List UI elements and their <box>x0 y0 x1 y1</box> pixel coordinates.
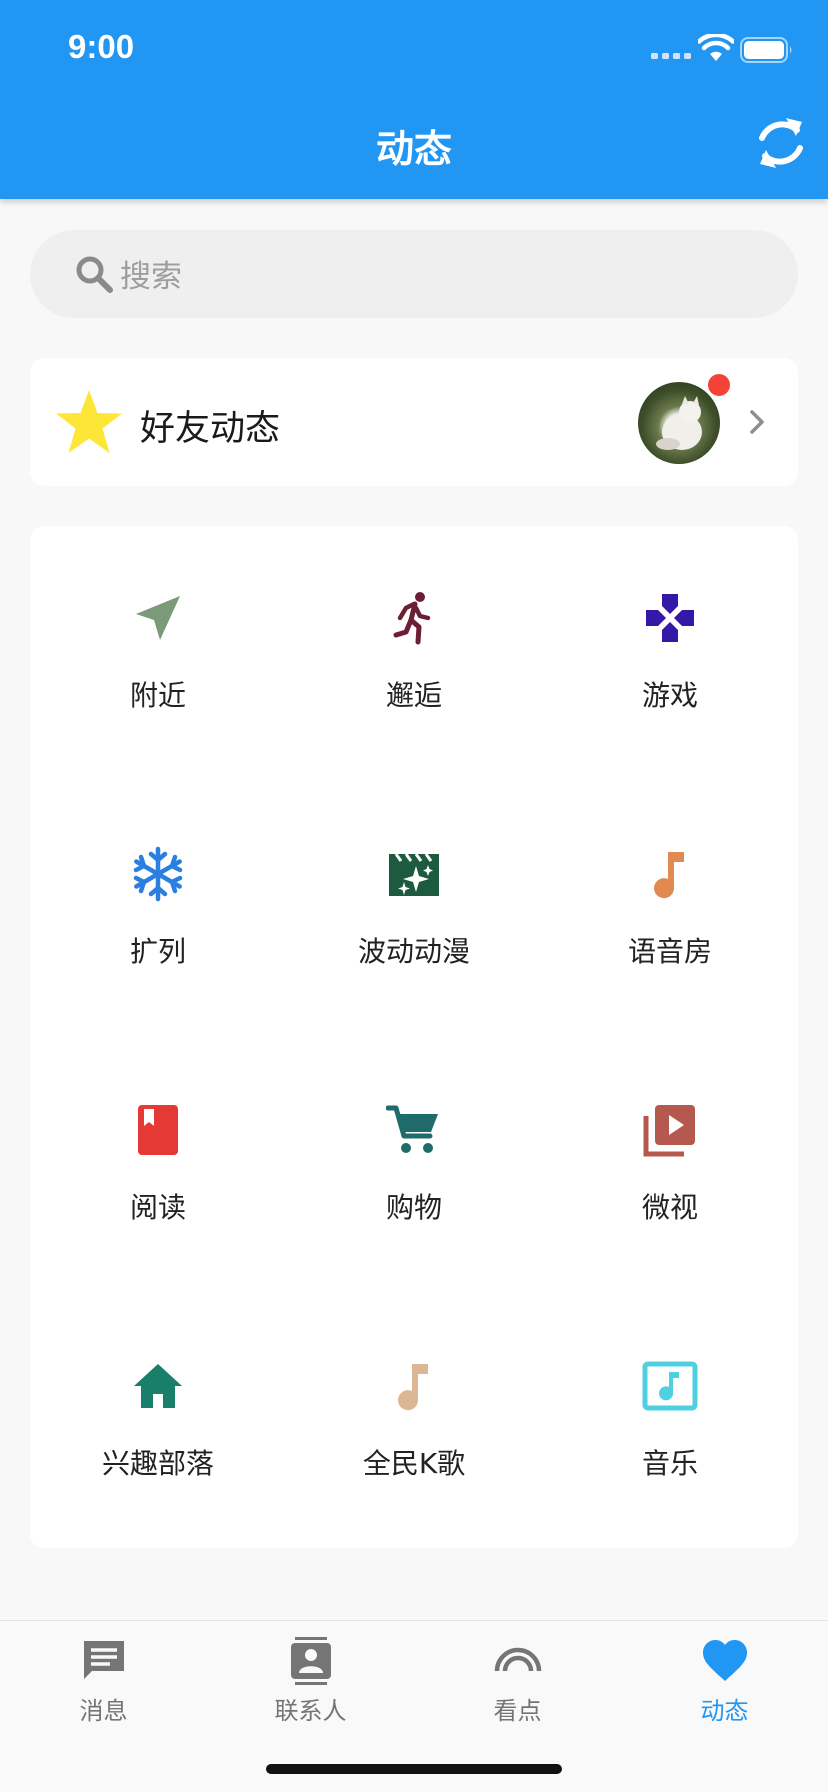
grid-item-micro-video[interactable]: 微视 <box>542 1038 798 1294</box>
gamepad-icon <box>646 594 694 642</box>
grid-item-label: 阅读 <box>129 1191 186 1224</box>
music-note-icon <box>398 1364 428 1411</box>
avatar <box>638 382 720 464</box>
app-bar: 9:00 动态 <box>0 0 828 199</box>
grid-item-label: 购物 <box>385 1191 442 1224</box>
friends-feed-row[interactable]: 好友动态 <box>30 358 798 486</box>
home-icon <box>134 1364 182 1408</box>
grid-item-interest-tribe[interactable]: 兴趣部落 <box>30 1294 286 1550</box>
grid-item-label: 邂逅 <box>385 679 442 712</box>
grid-item-nearby[interactable]: 附近 <box>30 526 286 782</box>
cellular-signal-icon <box>651 53 691 59</box>
unread-badge <box>708 374 730 396</box>
grid-item-reading[interactable]: 阅读 <box>30 1038 286 1294</box>
grid-item-expand-list[interactable]: 扩列 <box>30 782 286 1038</box>
tab-contacts[interactable]: 联系人 <box>207 1621 414 1731</box>
rainbow-icon <box>494 1647 542 1672</box>
grid-item-encounter[interactable]: 邂逅 <box>286 526 542 782</box>
tab-moments[interactable]: 动态 <box>621 1621 828 1731</box>
battery-icon <box>740 37 792 63</box>
grid-item-anime[interactable]: 波动动漫 <box>286 782 542 1038</box>
tab-highlights[interactable]: 看点 <box>414 1621 621 1731</box>
video-library-icon <box>643 1105 695 1157</box>
grid-item-label: 附近 <box>129 679 186 712</box>
snowflake-icon <box>133 846 183 902</box>
grid-item-label: 扩列 <box>129 935 186 968</box>
search-input[interactable]: 搜索 <box>30 230 798 318</box>
tab-label: 消息 <box>79 1697 128 1725</box>
status-time: 9:00 <box>68 28 135 65</box>
chevron-right-icon <box>750 410 764 434</box>
grid-item-shopping[interactable]: 购物 <box>286 1038 542 1294</box>
grid-item-voice-room[interactable]: 语音房 <box>542 782 798 1038</box>
grid-item-label: 语音房 <box>627 935 712 968</box>
music-video-icon <box>642 1361 698 1411</box>
star-icon <box>56 390 122 453</box>
grid-item-label: 全民K歌 <box>362 1447 466 1480</box>
grid-item-label: 音乐 <box>641 1447 698 1480</box>
music-note-icon <box>654 852 684 899</box>
tab-messages[interactable]: 消息 <box>0 1621 207 1731</box>
wifi-icon <box>698 34 734 61</box>
refresh-button[interactable] <box>752 112 810 174</box>
grid-item-label: 微视 <box>641 1191 698 1224</box>
grid-item-music[interactable]: 音乐 <box>542 1294 798 1550</box>
movie-filter-icon <box>389 853 439 896</box>
friends-feed-label: 好友动态 <box>140 409 281 449</box>
search-placeholder: 搜索 <box>120 259 182 295</box>
running-person-icon <box>393 592 431 645</box>
book-icon <box>138 1105 178 1155</box>
grid-item-games[interactable]: 游戏 <box>542 526 798 782</box>
search-icon <box>76 256 113 293</box>
feature-grid: 附近 邂逅 游戏 扩列 波动动漫 语音房 阅读 购物 微视 兴趣部落 全民K歌 … <box>30 526 798 1548</box>
message-icon <box>84 1641 124 1679</box>
shopping-cart-icon <box>386 1105 438 1153</box>
grid-item-label: 游戏 <box>641 679 698 712</box>
heart-icon <box>703 1640 747 1681</box>
grid-item-label: 波动动漫 <box>357 935 470 968</box>
page-title: 动态 <box>375 127 452 171</box>
tab-label: 动态 <box>700 1697 749 1725</box>
tab-label: 联系人 <box>274 1697 347 1725</box>
grid-item-label: 兴趣部落 <box>101 1447 214 1480</box>
navigation-icon <box>136 596 180 640</box>
home-indicator[interactable] <box>266 1764 562 1774</box>
tab-label: 看点 <box>493 1697 542 1725</box>
grid-item-karaoke[interactable]: 全民K歌 <box>286 1294 542 1550</box>
contacts-icon <box>291 1637 331 1685</box>
